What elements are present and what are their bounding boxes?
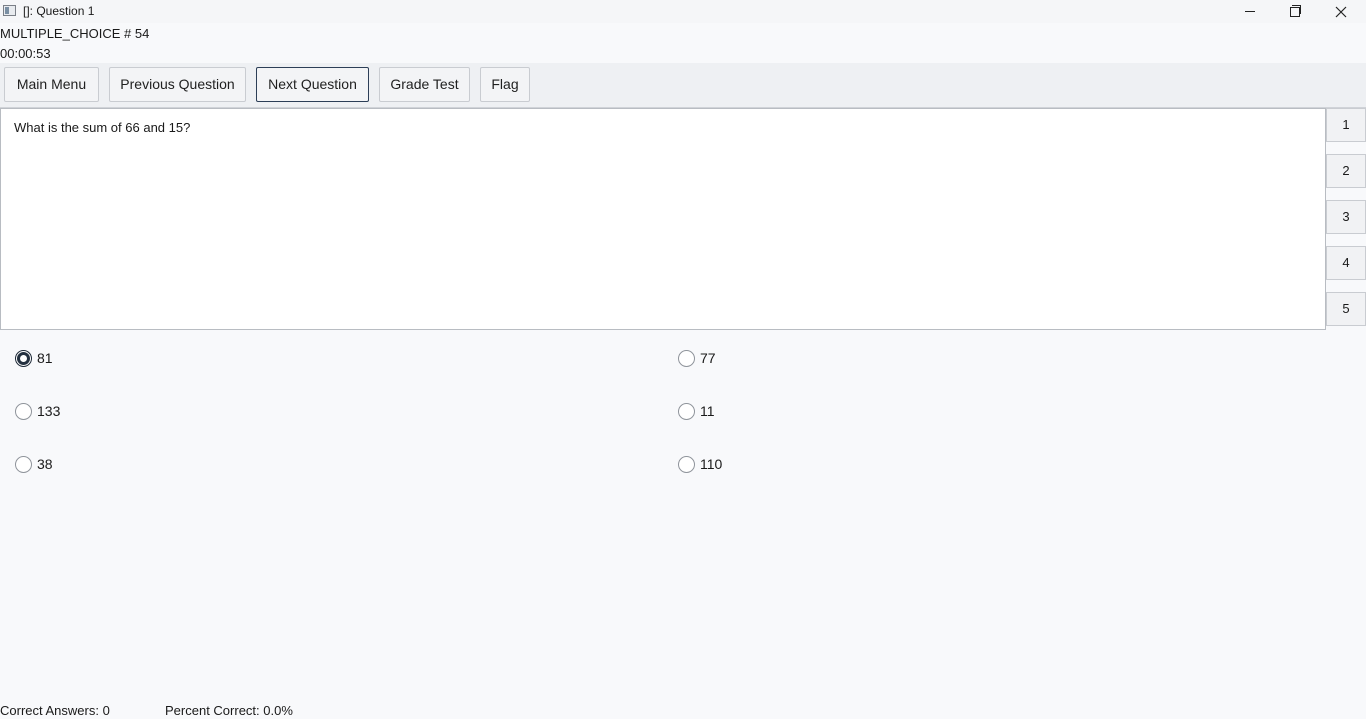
- question-nav-button-1[interactable]: 1: [1326, 108, 1366, 142]
- next-question-button[interactable]: Next Question: [256, 67, 369, 102]
- radio-button[interactable]: [15, 455, 32, 473]
- window-title: []: Question 1: [23, 4, 95, 18]
- main-menu-button[interactable]: Main Menu: [4, 67, 99, 102]
- minimize-icon[interactable]: [1227, 0, 1273, 23]
- answer-option-label: 133: [37, 403, 61, 419]
- answer-option[interactable]: 110: [678, 454, 722, 474]
- question-type-label: MULTIPLE_CHOICE # 54: [0, 26, 150, 41]
- correct-answers-label: Correct Answers: 0: [0, 703, 110, 718]
- answer-option-label: 11: [700, 403, 715, 419]
- question-nav-button-4[interactable]: 4: [1326, 246, 1366, 280]
- close-icon[interactable]: [1318, 0, 1364, 23]
- answer-option[interactable]: 81: [15, 348, 53, 368]
- question-nav-button-3[interactable]: 3: [1326, 200, 1366, 234]
- radio-button[interactable]: [15, 402, 32, 420]
- question-text: What is the sum of 66 and 15?: [14, 120, 191, 135]
- radio-button[interactable]: [678, 402, 695, 420]
- flag-button[interactable]: Flag: [480, 67, 530, 102]
- answer-option-label: 110: [700, 456, 723, 472]
- answer-option[interactable]: 77: [678, 348, 716, 368]
- answer-option[interactable]: 11: [678, 401, 715, 421]
- maximize-icon[interactable]: [1272, 0, 1318, 23]
- answer-option-label: 81: [37, 350, 53, 366]
- grade-test-button[interactable]: Grade Test: [379, 67, 470, 102]
- previous-question-button[interactable]: Previous Question: [109, 67, 246, 102]
- timer-label: 00:00:53: [0, 46, 51, 61]
- radio-button[interactable]: [678, 349, 695, 367]
- app-icon: [3, 5, 16, 16]
- answer-option[interactable]: 38: [15, 454, 53, 474]
- answer-option[interactable]: 133: [15, 401, 60, 421]
- toolbar: Main Menu Previous Question Next Questio…: [0, 63, 1366, 108]
- question-nav-button-2[interactable]: 2: [1326, 154, 1366, 188]
- answer-option-label: 77: [700, 350, 716, 366]
- percent-correct-label: Percent Correct: 0.0%: [165, 703, 293, 718]
- answer-option-label: 38: [37, 456, 53, 472]
- question-text-area[interactable]: What is the sum of 66 and 15?: [0, 108, 1326, 330]
- title-bar: []: Question 1: [0, 0, 1366, 23]
- radio-button[interactable]: [678, 455, 695, 473]
- radio-button-selected[interactable]: [15, 349, 32, 367]
- question-nav-button-5[interactable]: 5: [1326, 292, 1366, 326]
